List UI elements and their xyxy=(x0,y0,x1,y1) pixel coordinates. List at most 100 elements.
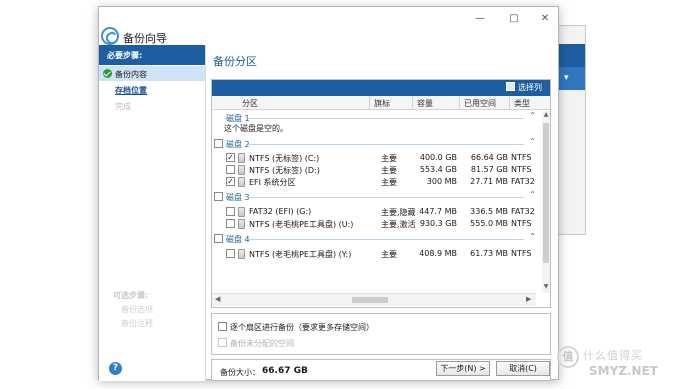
partition-row[interactable]: NTFS (无标签) (D:) 主要 553.4 GB 81.57 GB NTF… xyxy=(212,164,542,176)
required-steps-header: 必要步骤: xyxy=(99,45,205,65)
partition-type: NTFS xyxy=(511,153,532,162)
app-logo-icon xyxy=(101,27,119,45)
watermark-logo: 值 xyxy=(557,346,579,368)
scroll-up-icon[interactable]: ▲ xyxy=(542,111,550,118)
help-icon[interactable]: ? xyxy=(109,362,122,375)
partition-list: 磁盘 1 ⌃ 这个磁盘是空的。 磁盘 2 ⌃ ✓ NTFS (无标签) (C:)… xyxy=(212,111,542,290)
scroll-thumb[interactable] xyxy=(543,123,549,263)
partition-capacity: 930.3 GB xyxy=(419,219,457,228)
title-bar: 备份向导 — □ ✕ xyxy=(99,7,558,45)
wizard-steps-sidebar: 必要步骤: 备份内容 存档位置 完成 可选步骤: 备份选项 备份注释 ? xyxy=(99,45,206,381)
choose-columns-button[interactable]: 选择列 xyxy=(506,82,542,93)
column-divider[interactable] xyxy=(412,96,413,109)
table-header: 分区 旗标 容量 已用空间 类型 xyxy=(212,96,550,110)
partition-flag: 主要 xyxy=(381,250,397,259)
partition-used: 336.5 MB xyxy=(470,207,508,216)
scroll-right-icon[interactable]: ▶ xyxy=(526,295,531,303)
column-header-capacity[interactable]: 容量 xyxy=(417,98,433,109)
empty-disk-note: 这个磁盘是空的。 xyxy=(224,124,288,133)
collapse-icon[interactable]: ⌃ xyxy=(529,111,536,120)
page-title: 备份分区 xyxy=(213,55,257,68)
backup-wizard-dialog: 备份向导 — □ ✕ 必要步骤: 备份内容 存档位置 完成 可选步骤: 备份选项… xyxy=(98,6,559,381)
drive-icon xyxy=(238,165,245,175)
divider xyxy=(248,197,524,198)
cancel-button[interactable]: 取消(C) xyxy=(496,361,550,376)
step-archive-location[interactable]: 存档位置 xyxy=(99,82,205,97)
main-content: 备份分区 选择列 分区 旗标 容量 已用空间 类型 磁盘 1 ⌃ 这个磁盘是空的… xyxy=(207,45,558,381)
partition-row[interactable]: FAT32 (EFI) (G:) 主要,隐藏 447.7 MB 336.5 MB… xyxy=(212,206,542,218)
partition-checkbox[interactable] xyxy=(226,249,235,258)
partition-row[interactable]: NTFS (老毛桃PE工具盘) (Y:) 主要 408.9 MB 61.73 M… xyxy=(212,248,542,260)
partition-used: 66.64 GB xyxy=(470,153,508,162)
partition-flag: 主要,激活 xyxy=(381,220,416,229)
site-watermark: 值 什么值得买 SMYZ.NET xyxy=(555,342,675,382)
partition-checkbox[interactable] xyxy=(226,219,235,228)
partition-row[interactable]: NTFS (老毛桃PE工具盘) (U:) 主要,激活 930.3 GB 555.… xyxy=(212,218,542,230)
collapse-icon[interactable]: ⌃ xyxy=(529,137,536,146)
partition-flag: 主要 xyxy=(381,166,397,175)
column-divider[interactable] xyxy=(459,96,460,109)
disk-header: 磁盘 2 ⌃ xyxy=(214,137,538,150)
choose-columns-label: 选择列 xyxy=(518,83,542,92)
divider xyxy=(248,118,524,119)
partition-row[interactable]: ✓ NTFS (无标签) (C:) 主要 400.0 GB 66.64 GB N… xyxy=(212,152,542,164)
column-divider[interactable] xyxy=(509,96,510,109)
watermark-cn: 什么值得买 xyxy=(583,349,643,362)
disk-checkbox[interactable] xyxy=(214,234,223,243)
drive-icon xyxy=(238,153,245,163)
columns-icon xyxy=(506,82,515,91)
partition-used: 555.0 MB xyxy=(470,219,508,228)
drive-icon xyxy=(238,219,245,229)
dialog-footer: 下一步(N) > 取消(C) xyxy=(207,352,559,380)
disk-label: 磁盘 3 xyxy=(226,193,250,202)
partition-capacity: 553.4 GB xyxy=(419,165,457,174)
column-header-flag[interactable]: 旗标 xyxy=(374,98,390,109)
sector-by-sector-checkbox[interactable] xyxy=(218,322,227,331)
scroll-thumb[interactable] xyxy=(352,297,388,303)
next-button[interactable]: 下一步(N) > xyxy=(436,361,490,376)
partition-row[interactable]: ✓ EFI 系统分区 主要 300 MB 27.71 MB FAT32 xyxy=(212,176,542,188)
column-header-used[interactable]: 已用空间 xyxy=(464,98,496,109)
partition-type: NTFS xyxy=(511,219,532,228)
disk-checkbox[interactable] xyxy=(214,139,223,148)
disk-checkbox[interactable] xyxy=(214,192,223,201)
partition-checkbox[interactable] xyxy=(226,165,235,174)
scroll-down-icon[interactable]: ▼ xyxy=(542,283,550,290)
vertical-scrollbar[interactable]: ▲ ▼ xyxy=(542,111,550,293)
check-circle-icon xyxy=(103,69,112,78)
partition-checkbox[interactable] xyxy=(226,207,235,216)
partition-flag: 主要 xyxy=(381,178,397,187)
partition-used: 81.57 GB xyxy=(470,165,508,174)
maximize-button[interactable]: □ xyxy=(504,12,524,26)
disk-label: 磁盘 4 xyxy=(226,235,250,244)
option-label: 逐个扇区进行备份（要求更多存储空间） xyxy=(230,323,374,332)
option-label: 备份未分配的空间 xyxy=(230,339,294,348)
partition-used: 61.73 MB xyxy=(470,249,508,258)
partition-checkbox[interactable]: ✓ xyxy=(226,177,235,186)
column-divider[interactable] xyxy=(369,96,370,109)
column-header-type[interactable]: 类型 xyxy=(514,98,530,109)
drive-icon xyxy=(238,207,245,217)
minimize-button[interactable]: — xyxy=(470,12,490,26)
drive-icon xyxy=(238,249,245,259)
divider xyxy=(248,144,524,145)
sector-by-sector-option[interactable]: 逐个扇区进行备份（要求更多存储空间） xyxy=(218,322,374,333)
partition-type: NTFS xyxy=(511,165,532,174)
close-button[interactable]: ✕ xyxy=(535,12,555,26)
partition-capacity: 408.9 MB xyxy=(419,249,457,258)
collapse-icon[interactable]: ⌃ xyxy=(529,232,536,241)
partition-type: FAT32 xyxy=(511,177,535,186)
partition-name: FAT32 (EFI) (G:) xyxy=(249,207,312,216)
collapse-icon[interactable]: ⌃ xyxy=(529,190,536,199)
partition-capacity: 400.0 GB xyxy=(419,153,457,162)
divider xyxy=(248,239,524,240)
partition-used: 27.71 MB xyxy=(470,177,508,186)
partition-name: NTFS (老毛桃PE工具盘) (Y:) xyxy=(249,250,352,259)
column-header-partition[interactable]: 分区 xyxy=(242,98,258,109)
unallocated-space-checkbox xyxy=(218,338,227,347)
partition-checkbox[interactable]: ✓ xyxy=(226,153,235,162)
unallocated-space-option: 备份未分配的空间 xyxy=(218,338,294,349)
horizontal-scrollbar[interactable]: ◀ ▶ xyxy=(212,293,536,306)
scroll-left-icon[interactable]: ◀ xyxy=(215,295,220,303)
step-backup-content[interactable]: 备份内容 xyxy=(99,66,205,81)
